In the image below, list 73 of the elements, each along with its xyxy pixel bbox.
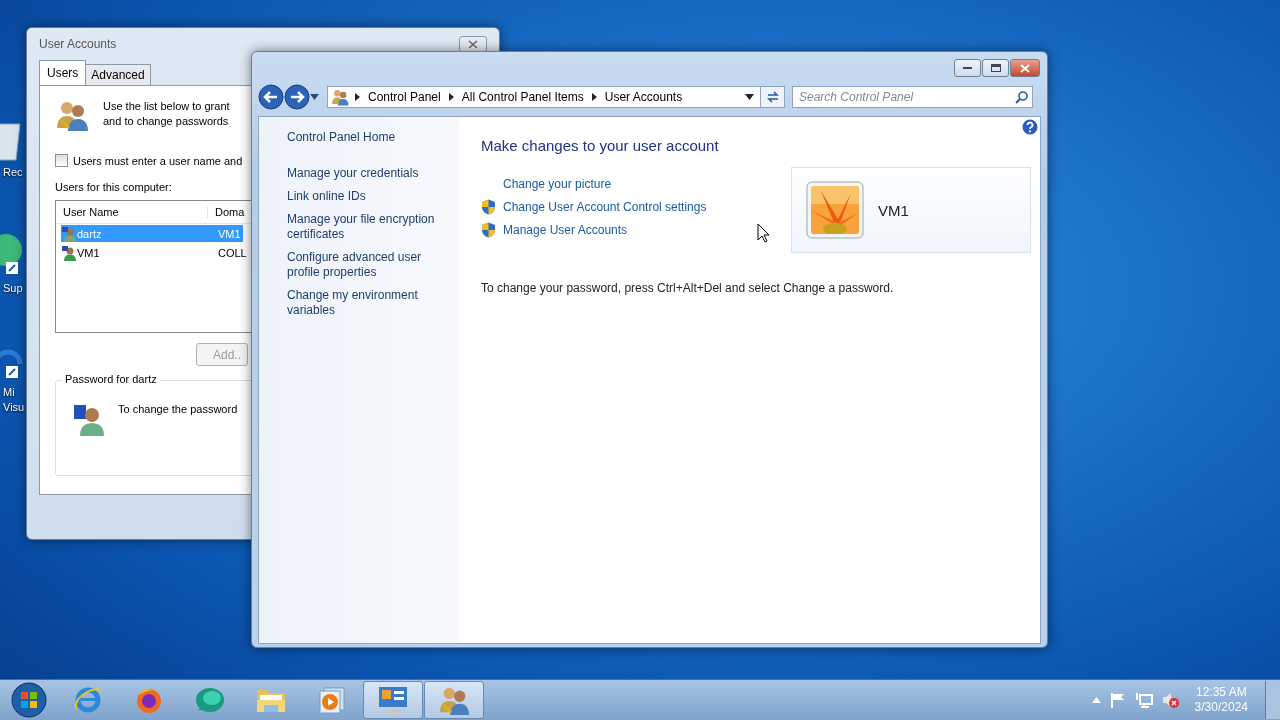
minimize-icon [963,66,972,70]
icon-label: Mi [3,385,16,400]
help-icon[interactable] [1022,119,1038,135]
account-name: VM1 [878,201,909,219]
chevron-icon [591,93,597,101]
network-icon[interactable] [1134,692,1153,708]
user-icon [61,225,77,242]
window-title: User Accounts [39,37,117,51]
close-icon [468,39,478,49]
list-label: Users for this computer: [55,181,172,193]
media-player-icon [317,685,347,715]
close-icon [1020,63,1030,73]
chevron-icon [355,93,360,101]
close-button[interactable] [1010,59,1040,77]
sidebar-link[interactable]: Link online IDs [287,189,449,204]
group-title: Password for dartz [62,373,160,385]
dropdown-icon[interactable] [745,94,754,100]
tab[interactable]: Users [39,60,87,85]
chat-icon [194,685,226,715]
pointer-icon [757,223,770,243]
show-desktop-button[interactable] [1265,681,1280,719]
sidebar-link[interactable]: Configure advanced user profile properties [287,250,449,280]
sidebar-link[interactable]: Change my environment variables [287,288,449,318]
shield-icon [481,222,496,238]
search-icon [1015,91,1028,104]
muted-speaker-icon[interactable] [1161,691,1180,709]
icon-label: Rec [3,165,23,180]
chevron-icon [448,93,454,101]
close-button[interactable] [459,36,487,52]
user-icon [61,244,77,261]
user-row[interactable]: VM1 [61,244,213,261]
taskbar-button[interactable] [363,681,423,719]
forward-button[interactable] [284,84,310,110]
maximize-icon [990,64,1001,72]
sidebar-link[interactable]: Control Panel Home [287,130,449,145]
search-field[interactable]: Search Control Panel [792,86,1033,108]
breadcrumb[interactable]: All Control Panel Items [461,90,584,104]
column-header[interactable]: User Name [56,206,208,218]
intro-text: and to change passwords [103,114,230,129]
breadcrumb[interactable]: Control Panel [368,90,441,104]
address-bar[interactable]: Control Panel All Control Panel Items User Accounts [327,86,761,108]
task-link[interactable]: Change your picture [503,177,612,191]
control-panel-icon [376,684,410,716]
password-text: To change the password [118,403,238,415]
browser-icon [73,685,103,715]
user-icon [72,403,106,437]
start-button[interactable] [10,681,48,719]
breadcrumb[interactable]: User Accounts [604,90,683,104]
task-link[interactable]: Change User Account Control settings [503,200,707,214]
sidebar-link[interactable]: Manage your file encryption certificates [287,212,449,242]
users-icon [331,88,349,106]
icon-label: Sup [3,281,23,296]
table-cell-text: COLL [217,245,248,261]
dropdown-icon[interactable] [310,94,319,100]
password-note: To change your password, press Ctrl+Alt+Del and select Change a password. [481,281,895,295]
taskbar-button[interactable] [424,681,484,719]
flag-icon[interactable] [1109,692,1126,708]
back-button[interactable] [258,84,284,110]
refresh-button[interactable] [761,86,785,108]
intro-text: Use the list below to grant [103,99,230,114]
column-header[interactable]: Doma [208,206,245,218]
maximize-button[interactable] [982,59,1009,77]
task-link[interactable]: Manage User Accounts [503,223,628,237]
refresh-icon [765,90,780,104]
checkbox[interactable] [55,154,68,167]
icon-label: Visu [3,400,25,415]
table-cell: VM1 [213,225,243,242]
checkbox-label: Users must enter a user name and [73,154,243,167]
minimize-button[interactable] [954,59,981,77]
sidebar-link[interactable]: Manage your credentials [287,166,449,181]
shield-icon [481,199,496,215]
page-heading: Make changes to your user account [481,137,720,154]
tab[interactable]: Advanced [85,64,151,85]
